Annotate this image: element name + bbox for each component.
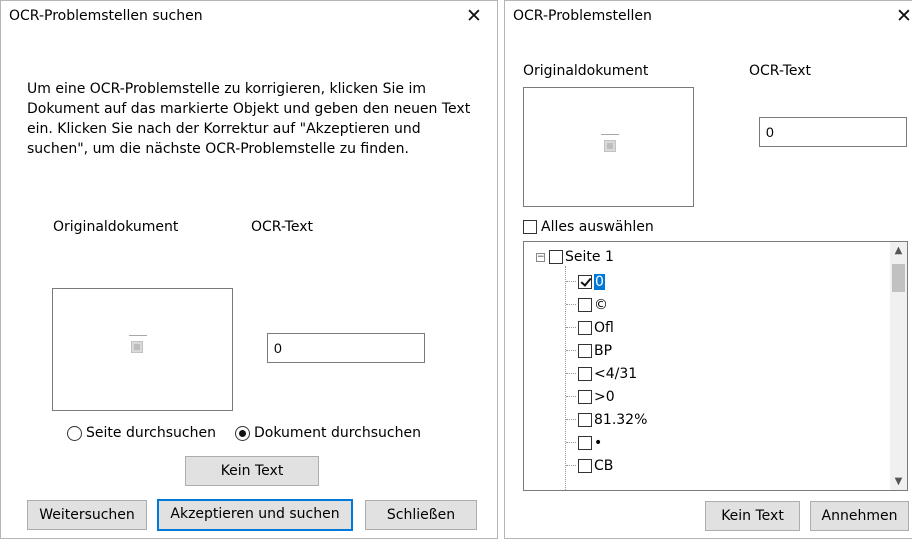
tree-item-label: <4/31 bbox=[594, 365, 638, 382]
ocr-text-input[interactable] bbox=[759, 117, 907, 147]
close-icon[interactable]: ✕ bbox=[891, 5, 912, 29]
problems-tree[interactable]: − Seite 1 0 © Ofl BP <4/31 >0 81.32% • CB ▲ ▼ bbox=[523, 241, 908, 491]
tree-item[interactable]: 0 bbox=[566, 270, 605, 293]
scroll-down-icon[interactable]: ▼ bbox=[890, 473, 907, 490]
tree-item[interactable]: <4/31 bbox=[566, 362, 638, 385]
scroll-thumb[interactable] bbox=[892, 264, 905, 292]
tree-item[interactable]: © bbox=[566, 293, 608, 316]
accept-and-search-button[interactable]: Akzeptieren und suchen bbox=[157, 499, 353, 531]
no-text-button[interactable]: Kein Text bbox=[185, 456, 319, 486]
tree-connector bbox=[566, 465, 576, 466]
tree-connector bbox=[566, 419, 576, 420]
ocr-text-input[interactable] bbox=[267, 333, 425, 363]
tree-connector bbox=[566, 327, 576, 328]
tree-item[interactable]: >0 bbox=[566, 385, 615, 408]
tree-item-label: CB bbox=[594, 457, 614, 474]
tree-item-checkbox[interactable] bbox=[578, 435, 592, 450]
tree-connector bbox=[566, 281, 576, 282]
ocr-problems-dialog: OCR-Problemstellen ✕ Originaldokument OC… bbox=[504, 0, 912, 539]
tree-root-page-1[interactable]: − Seite 1 bbox=[536, 249, 614, 265]
character-image bbox=[604, 140, 616, 152]
tree-item-label: BP bbox=[594, 342, 613, 359]
tree-connector bbox=[566, 442, 576, 443]
glyph-bar bbox=[129, 335, 147, 336]
radio-circle-selected[interactable] bbox=[235, 425, 250, 441]
title-bar: OCR-Problemstellen ✕ bbox=[505, 1, 912, 31]
collapse-icon[interactable]: − bbox=[536, 252, 545, 262]
dialog-title: OCR-Problemstellen bbox=[513, 8, 652, 24]
continue-search-button[interactable]: Weitersuchen bbox=[27, 500, 147, 530]
close-button[interactable]: Schließen bbox=[365, 500, 477, 530]
original-document-preview bbox=[523, 87, 694, 207]
search-page-radio[interactable]: Seite durchsuchen bbox=[67, 425, 216, 441]
tree-item[interactable]: • bbox=[566, 431, 603, 454]
tree-item[interactable]: CB bbox=[566, 454, 614, 477]
close-icon[interactable]: ✕ bbox=[461, 5, 487, 29]
tree-root-checkbox[interactable] bbox=[549, 250, 563, 264]
tree-item-checkbox[interactable] bbox=[578, 297, 592, 312]
tree-connector bbox=[566, 396, 576, 397]
tree-root-label: Seite 1 bbox=[565, 249, 614, 265]
tree-item[interactable]: BP bbox=[566, 339, 613, 362]
dialog-title: OCR-Problemstellen suchen bbox=[9, 8, 203, 24]
vertical-scrollbar[interactable]: ▲ ▼ bbox=[890, 242, 907, 490]
tree-item[interactable]: 81.32% bbox=[566, 408, 648, 431]
search-document-radio[interactable]: Dokument durchsuchen bbox=[235, 425, 421, 441]
radio-circle[interactable] bbox=[67, 425, 82, 441]
tree-connector bbox=[565, 266, 566, 490]
select-all-label: Alles auswählen bbox=[541, 219, 654, 235]
tree-item-checkbox[interactable] bbox=[578, 320, 592, 335]
tree-item-label: Ofl bbox=[594, 319, 614, 336]
tree-connector bbox=[566, 373, 576, 374]
ocr-text-label: OCR-Text bbox=[251, 219, 314, 235]
search-document-label: Dokument durchsuchen bbox=[254, 425, 421, 441]
tree-item-label: 0 bbox=[594, 273, 605, 290]
title-bar: OCR-Problemstellen suchen ✕ bbox=[1, 1, 497, 31]
scroll-up-icon[interactable]: ▲ bbox=[890, 242, 907, 259]
tree-item-label: © bbox=[594, 296, 608, 313]
no-text-button[interactable]: Kein Text bbox=[705, 501, 800, 531]
accept-button[interactable]: Annehmen bbox=[810, 501, 909, 531]
ocr-text-label: OCR-Text bbox=[749, 63, 812, 79]
tree-connector bbox=[566, 350, 576, 351]
select-all-checkbox[interactable] bbox=[523, 220, 537, 234]
original-document-label: Originaldokument bbox=[53, 219, 179, 235]
tree-item-checkbox[interactable] bbox=[578, 274, 592, 289]
tree-item-checkbox[interactable] bbox=[578, 343, 592, 358]
tree-connector bbox=[566, 304, 576, 305]
tree-item-checkbox[interactable] bbox=[578, 389, 592, 404]
tree-item-checkbox[interactable] bbox=[578, 412, 592, 427]
tree-item-checkbox[interactable] bbox=[578, 458, 592, 473]
original-document-label: Originaldokument bbox=[523, 63, 649, 79]
ocr-search-dialog: OCR-Problemstellen suchen ✕ Um eine OCR-… bbox=[0, 0, 498, 539]
select-all-row[interactable]: Alles auswählen bbox=[523, 219, 654, 235]
tree-item-label: 81.32% bbox=[594, 411, 648, 428]
search-page-label: Seite durchsuchen bbox=[86, 425, 216, 441]
character-image bbox=[131, 341, 143, 353]
tree-item-label: • bbox=[594, 434, 603, 451]
instructions-text: Um eine OCR-Problemstelle zu korrigieren… bbox=[27, 81, 471, 157]
glyph-bar bbox=[601, 134, 619, 135]
tree-item-checkbox[interactable] bbox=[578, 366, 592, 381]
tree-item[interactable]: Ofl bbox=[566, 316, 614, 339]
tree-item-label: >0 bbox=[594, 388, 615, 405]
original-document-preview bbox=[52, 288, 233, 411]
